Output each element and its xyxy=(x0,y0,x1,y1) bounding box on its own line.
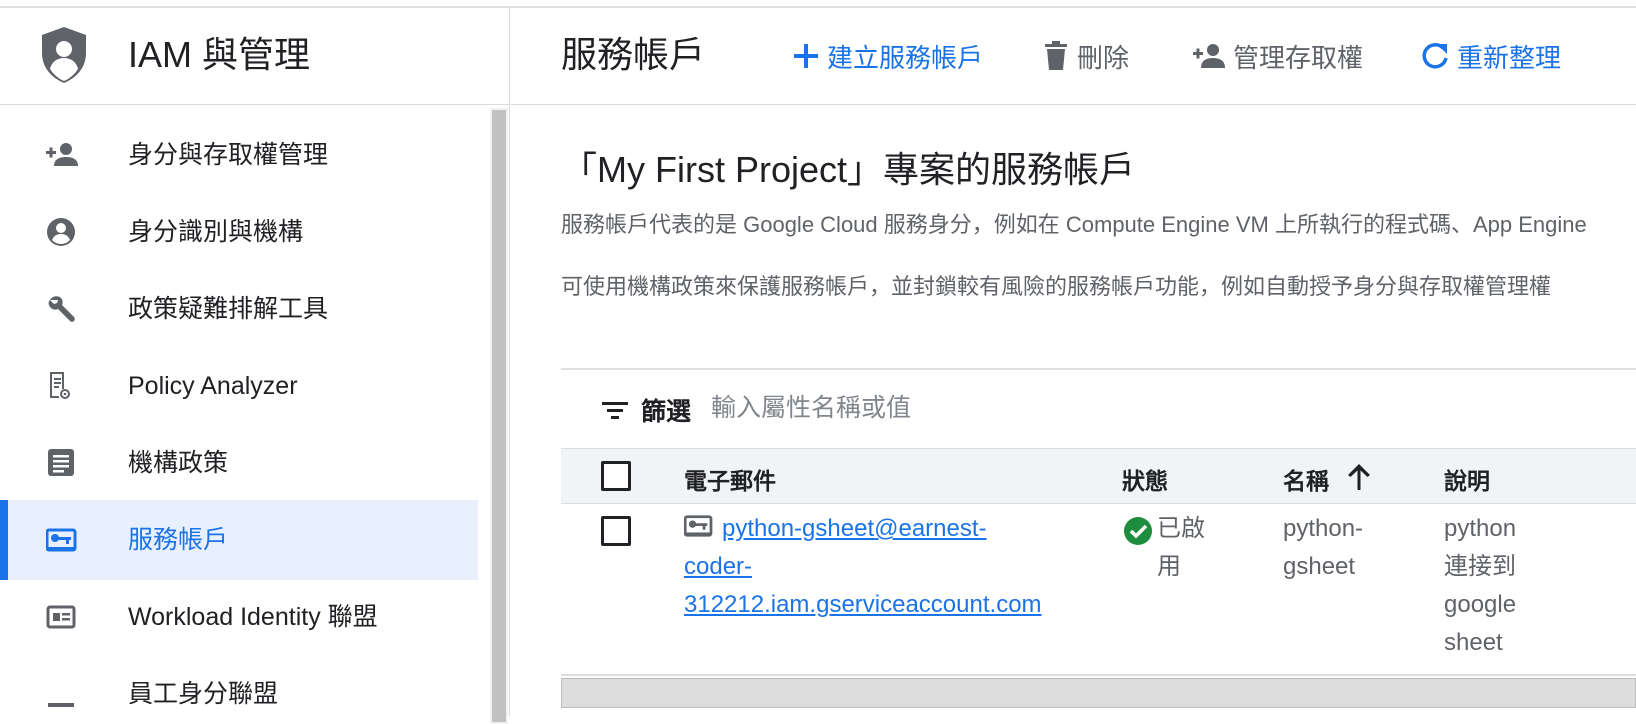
desc-line4: sheet xyxy=(1444,629,1503,656)
name-line1: python- xyxy=(1283,515,1364,542)
sidebar-scrollbar[interactable] xyxy=(490,108,508,724)
column-description[interactable]: 說明 xyxy=(1444,462,1490,496)
sidebar-item-label: 身分識別與機構 xyxy=(128,218,304,246)
policy-doc-icon xyxy=(50,372,70,399)
list-icon xyxy=(48,703,74,707)
manage-access-label: 管理存取權 xyxy=(1233,42,1364,73)
sidebar-nav: 身分與存取權管理 身分識別與機構 政策疑難排解工具 Policy Analyze… xyxy=(0,108,490,716)
sidebar-item-label: 機構政策 xyxy=(128,449,229,477)
description-cell: python 連接到 google sheet xyxy=(1444,510,1594,662)
sidebar-item-label: Policy Analyzer xyxy=(128,372,298,400)
iam-shield-icon xyxy=(42,27,86,83)
delete-label: 刪除 xyxy=(1077,42,1130,73)
row-checkbox[interactable] xyxy=(601,516,631,546)
sidebar-item-identity-org[interactable]: 身分識別與機構 xyxy=(0,192,478,272)
manage-access-button[interactable]: 管理存取權 xyxy=(1193,36,1363,76)
status-text-line1: 已啟 xyxy=(1157,515,1205,542)
sidebar-item-label: 政策疑難排解工具 xyxy=(128,295,329,323)
select-all-checkbox[interactable] xyxy=(601,461,631,491)
trash-icon xyxy=(1045,41,1067,70)
id-card-icon xyxy=(46,605,76,629)
sidebar-item-label: 服務帳戶 xyxy=(128,526,229,554)
person-add-icon xyxy=(46,143,78,166)
sidebar-item-iam[interactable]: 身分與存取權管理 xyxy=(0,115,478,195)
plus-icon xyxy=(794,44,818,68)
service-account-icon xyxy=(46,528,77,552)
sidebar-item-policy-troubleshooter[interactable]: 政策疑難排解工具 xyxy=(0,269,478,349)
sidebar-item-label: 身分與存取權管理 xyxy=(128,141,329,169)
email-cell: python-gsheet@earnest-coder- 312212.iam.g… xyxy=(683,510,1104,624)
table-row: python-gsheet@earnest-coder- 312212.iam.g… xyxy=(561,504,1636,676)
account-circle-icon xyxy=(47,218,75,246)
sidebar-item-label: Workload Identity 聯盟 xyxy=(128,603,378,631)
sidebar-item-workload-identity[interactable]: Workload Identity 聯盟 xyxy=(0,577,478,657)
sidebar-item-label: 員工身分聯盟 xyxy=(128,680,279,708)
refresh-label: 重新整理 xyxy=(1457,42,1562,73)
filter-label: 篩選 xyxy=(641,398,692,426)
main-panel: 服務帳戶 建立服務帳戶 刪除 管理存取權 重新整理 「My First Proj… xyxy=(511,8,1636,716)
description-text: 服務帳戶代表的是 Google Cloud 服務身分，例如在 Compute E… xyxy=(561,212,1587,237)
toolbar: 服務帳戶 建立服務帳戶 刪除 管理存取權 重新整理 xyxy=(511,8,1636,105)
sidebar-item-service-accounts[interactable]: 服務帳戶 xyxy=(0,500,478,580)
desc-line3: google xyxy=(1444,591,1517,618)
horizontal-scrollbar[interactable] xyxy=(561,678,1636,708)
create-service-account-button[interactable]: 建立服務帳戶 xyxy=(793,36,983,76)
sidebar: IAM 與管理 身分與存取權管理 身分識別與機構 政策疑難排解工具 Policy… xyxy=(0,8,510,724)
delete-button[interactable]: 刪除 xyxy=(1043,36,1129,76)
filter-bar: 篩選 xyxy=(561,368,1636,448)
check-circle-icon xyxy=(1124,517,1152,545)
sidebar-item-org-policies[interactable]: 機構政策 xyxy=(0,423,478,503)
status-text-line2: 用 xyxy=(1157,553,1181,580)
desc-line2: 連接到 xyxy=(1444,553,1516,580)
column-name[interactable]: 名稱 xyxy=(1283,462,1329,496)
section-title: 「My First Project」專案的服務帳戶 xyxy=(561,149,1136,190)
table-header: 電子郵件 狀態 名稱 說明 xyxy=(561,448,1636,504)
description-text-2: 可使用機構政策來保護服務帳戶，並封鎖較有風險的服務帳戶功能，例如自動授予身分與存… xyxy=(561,274,1552,299)
filter-input[interactable] xyxy=(711,386,1211,430)
refresh-button[interactable]: 重新整理 xyxy=(1421,36,1561,76)
wrench-icon xyxy=(48,296,75,322)
sidebar-scroll-thumb[interactable] xyxy=(492,110,506,722)
app-header: IAM 與管理 xyxy=(0,8,510,105)
filter-icon[interactable] xyxy=(601,396,629,424)
service-account-icon xyxy=(683,515,713,537)
refresh-icon xyxy=(1422,43,1448,69)
sidebar-item-policy-analyzer[interactable]: Policy Analyzer xyxy=(0,346,478,426)
content-area: 「My First Project」專案的服務帳戶 服務帳戶代表的是 Googl… xyxy=(561,148,1636,302)
sort-ascending-icon[interactable] xyxy=(1345,462,1373,492)
name-line2: gsheet xyxy=(1283,553,1356,580)
sidebar-item-workforce-identity[interactable]: 員工身分聯盟 xyxy=(0,654,478,716)
list-doc-icon xyxy=(48,449,74,476)
name-cell: python- gsheet xyxy=(1283,510,1423,586)
create-label: 建立服務帳戶 xyxy=(827,42,984,73)
person-add-icon xyxy=(1193,44,1225,68)
page-title: 服務帳戶 xyxy=(561,34,706,75)
service-account-email-link[interactable]: python-gsheet@earnest-coder- 312212.iam.g… xyxy=(684,515,1042,618)
app-title: IAM 與管理 xyxy=(128,34,311,75)
column-status[interactable]: 狀態 xyxy=(1122,462,1168,496)
column-email[interactable]: 電子郵件 xyxy=(684,462,776,496)
desc-line1: python xyxy=(1444,515,1517,542)
